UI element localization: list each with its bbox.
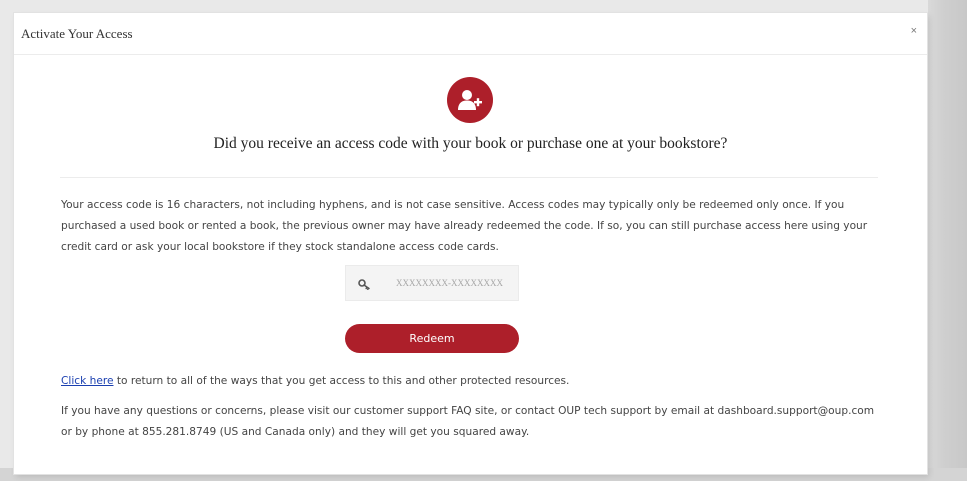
dialog-title: Activate Your Access xyxy=(21,26,133,41)
access-code-question: Did you receive an access code with your… xyxy=(213,135,728,152)
key-icon xyxy=(358,277,371,295)
background-panel xyxy=(928,0,967,481)
access-code-info-text: Your access code is 16 characters, not i… xyxy=(61,199,868,253)
divider xyxy=(60,177,878,178)
click-here-link[interactable]: Click here xyxy=(61,375,113,387)
return-line: Click here to return to all of the ways … xyxy=(61,371,881,392)
close-button[interactable]: × xyxy=(911,26,917,37)
support-text: If you have any questions or concerns, p… xyxy=(61,405,875,438)
return-line-text: to return to all of the ways that you ge… xyxy=(113,375,570,387)
redeem-button[interactable]: Redeem xyxy=(345,324,519,353)
access-code-field xyxy=(345,265,519,301)
add-user-icon xyxy=(447,77,493,123)
access-code-input[interactable] xyxy=(382,266,516,300)
dialog-header: Activate Your Access × xyxy=(14,13,927,55)
activate-access-dialog: Activate Your Access × Did you receive a… xyxy=(14,13,927,474)
